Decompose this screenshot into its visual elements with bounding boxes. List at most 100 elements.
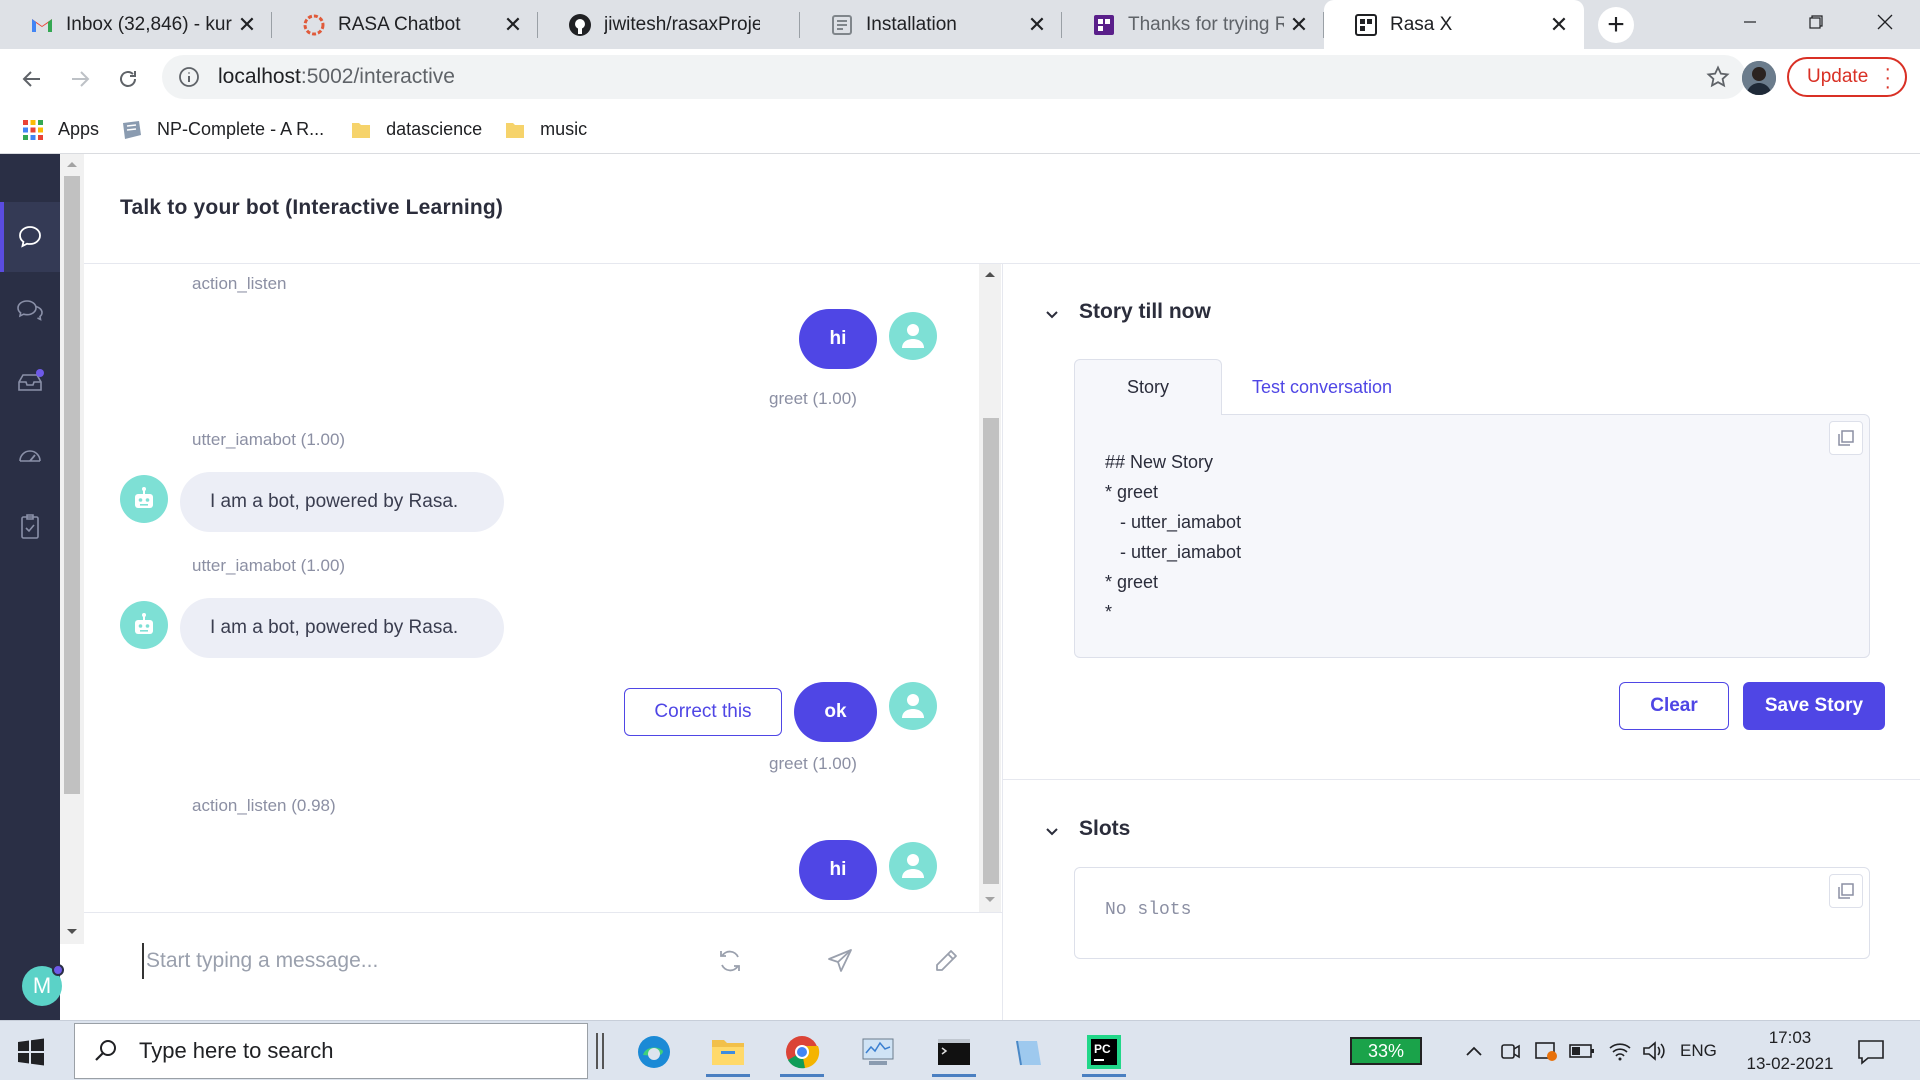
tray-wifi-icon[interactable] <box>1606 1037 1634 1065</box>
chevron-down-icon[interactable] <box>1043 306 1061 324</box>
window-close-button[interactable] <box>1850 0 1920 44</box>
bot-message: I am a bot, powered by Rasa. <box>180 472 504 532</box>
chevron-down-icon[interactable] <box>1043 823 1061 841</box>
bookmark-music[interactable]: music <box>504 119 587 141</box>
clear-button[interactable]: Clear <box>1619 682 1729 730</box>
browser-tab-thanks[interactable]: Thanks for trying Ras ✕ <box>1062 0 1324 49</box>
close-icon[interactable]: ✕ <box>1022 10 1052 40</box>
taskbar-task-manager[interactable] <box>852 1027 904 1077</box>
browser-tab-github[interactable]: jiwitesh/rasaxProject ✕ <box>538 0 800 49</box>
close-icon[interactable]: ✕ <box>1284 10 1314 40</box>
tray-app-status-icon[interactable] <box>1532 1037 1560 1065</box>
tray-battery-icon[interactable] <box>1568 1037 1596 1065</box>
story-content-box: ## New Story * greet - utter_iamabot - u… <box>1074 414 1870 658</box>
slots-section: Slots No slots <box>1003 781 1920 1020</box>
update-button[interactable]: Update · · · <box>1787 57 1907 97</box>
page-header: Talk to your bot (Interactive Learning) <box>84 154 1920 264</box>
bookmark-np-complete[interactable]: NP-Complete - A R... <box>121 119 324 141</box>
taskbar-terminal[interactable] <box>928 1027 980 1077</box>
tray-chevron-up-icon[interactable] <box>1460 1037 1488 1065</box>
tray-camera-icon[interactable] <box>1496 1037 1524 1065</box>
browser-tab-rasa-x[interactable]: Rasa X ✕ <box>1324 0 1584 49</box>
notification-icon[interactable] <box>1856 1037 1886 1067</box>
url-text[interactable]: localhost:5002/interactive <box>218 65 455 89</box>
back-button[interactable] <box>14 61 50 97</box>
send-icon <box>828 949 852 972</box>
send-button[interactable] <box>824 945 856 977</box>
browser-tab-rasa-chatbot[interactable]: RASA Chatbot ✕ <box>272 0 538 49</box>
taskbar-file-explorer[interactable] <box>702 1027 754 1077</box>
bookmark-apps[interactable]: Apps <box>22 119 99 141</box>
taskbar-notepad[interactable] <box>1002 1027 1054 1077</box>
tray-volume-icon[interactable] <box>1640 1037 1668 1065</box>
taskbar-search[interactable]: Type here to search <box>74 1023 588 1079</box>
scroll-down-icon[interactable] <box>66 928 78 936</box>
edit-button[interactable] <box>930 945 962 977</box>
intent-label[interactable]: greet (1.00) <box>769 754 857 774</box>
taskbar-clock[interactable]: 17:03 13-02-2021 <box>1740 1025 1840 1077</box>
windows-start-icon[interactable] <box>16 1037 46 1067</box>
browser-tab-gmail[interactable]: Inbox (32,846) - kuru ✕ <box>0 0 272 49</box>
taskbar-edge[interactable] <box>628 1027 680 1077</box>
scroll-up-icon[interactable] <box>66 160 78 168</box>
battery-indicator[interactable]: 33% <box>1350 1037 1422 1065</box>
save-story-button[interactable]: Save Story <box>1743 682 1885 730</box>
copy-slots-button[interactable] <box>1829 874 1863 908</box>
sidebar-item-models[interactable] <box>14 439 46 471</box>
chat-bubble-icon <box>19 226 41 248</box>
message-input[interactable] <box>142 943 642 979</box>
page-title: Talk to your bot (Interactive Learning) <box>120 196 504 219</box>
copy-story-button[interactable] <box>1829 421 1863 455</box>
correct-this-button[interactable]: Correct this <box>624 688 782 736</box>
minimize-button[interactable] <box>1715 0 1785 44</box>
close-icon[interactable]: ✕ <box>232 10 262 40</box>
sidebar-item-stories[interactable] <box>14 511 46 543</box>
sidebar-item-training[interactable] <box>14 366 46 398</box>
user-avatar-icon <box>889 312 937 360</box>
story-markdown: ## New Story * greet - utter_iamabot - u… <box>1105 452 1242 622</box>
taskbar-pycharm[interactable]: PC <box>1078 1027 1130 1077</box>
bookmark-datascience[interactable]: datascience <box>350 119 482 141</box>
intent-label[interactable]: greet (1.00) <box>769 389 857 409</box>
more-vert-icon: · · · <box>1884 58 1891 98</box>
page-scrollbar[interactable] <box>60 154 84 944</box>
forward-button[interactable] <box>62 61 98 97</box>
chat-scrollbar[interactable] <box>979 264 1001 912</box>
sidebar-item-talk-to-bot[interactable] <box>14 221 46 253</box>
profile-avatar[interactable] <box>1742 61 1776 95</box>
user-message: hi <box>799 840 877 900</box>
browser-tab-installation[interactable]: Installation ✕ <box>800 0 1062 49</box>
action-label[interactable]: action_listen (0.98) <box>192 796 336 816</box>
close-icon[interactable]: ✕ <box>1544 10 1574 40</box>
user-message: hi <box>799 309 877 369</box>
person-icon <box>902 324 924 348</box>
pycharm-icon: PC <box>1087 1035 1121 1069</box>
windows-taskbar: Type here to search PC 33% ENG 17:03 13-… <box>0 1020 1920 1080</box>
page-scrollbar-thumb[interactable] <box>64 176 80 794</box>
monitor-chart-icon <box>862 1038 894 1065</box>
message-composer <box>84 912 1002 1020</box>
browser-toolbar: localhost:5002/interactive Update · · · <box>0 49 1920 106</box>
taskbar-chrome[interactable] <box>776 1027 828 1077</box>
restore-button[interactable] <box>1781 0 1851 44</box>
person-icon <box>902 694 924 718</box>
new-tab-button[interactable]: + <box>1598 7 1634 43</box>
tab-test-conversation[interactable]: Test conversation <box>1222 359 1422 415</box>
action-label[interactable]: utter_iamabot (1.00) <box>192 556 345 576</box>
page-icon <box>123 120 142 139</box>
restart-button[interactable] <box>714 945 746 977</box>
info-icon[interactable] <box>178 66 200 88</box>
chat-scrollbar-thumb[interactable] <box>983 418 999 884</box>
scroll-down-icon[interactable] <box>984 896 996 904</box>
language-indicator[interactable]: ENG <box>1680 1041 1717 1061</box>
address-bar[interactable]: localhost:5002/interactive <box>162 55 1746 99</box>
close-icon[interactable]: ✕ <box>498 10 528 40</box>
sidebar-item-conversations[interactable] <box>14 294 46 326</box>
star-icon[interactable] <box>1706 65 1730 89</box>
scroll-up-icon[interactable] <box>984 270 996 278</box>
reload-button[interactable] <box>110 61 146 97</box>
action-label[interactable]: utter_iamabot (1.00) <box>192 430 345 450</box>
slots-section-title: Slots <box>1079 817 1131 840</box>
plus-icon: + <box>1607 8 1625 41</box>
tab-story[interactable]: Story <box>1074 359 1222 415</box>
